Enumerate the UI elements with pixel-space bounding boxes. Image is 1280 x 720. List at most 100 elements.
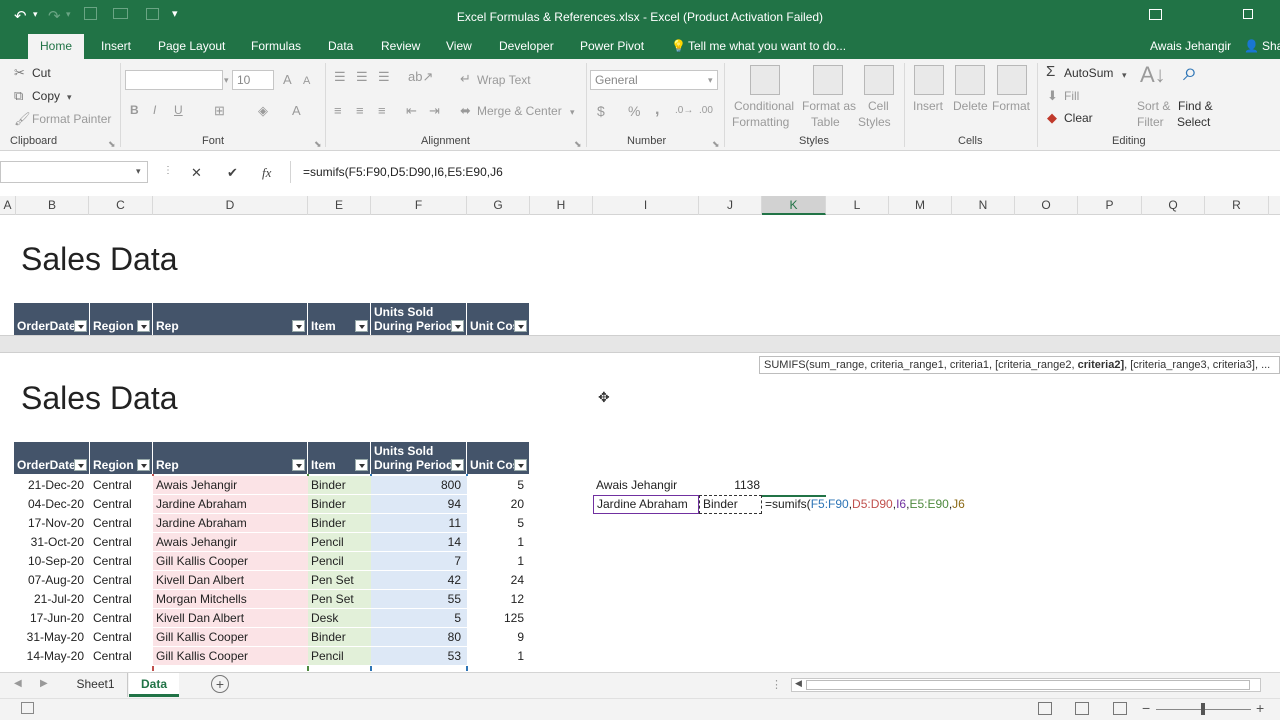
formula-input[interactable]: =sumifs(F5:F90,D5:D90,I6,E5:E90,J6 (290, 161, 1280, 183)
scroll-sheets-right-icon[interactable]: ▶ (40, 678, 48, 689)
format-as-table-label-2[interactable]: Table (811, 115, 840, 129)
font-launcher-icon[interactable]: ⬊ (314, 136, 322, 152)
orientation-icon[interactable]: ab↗ (408, 69, 433, 85)
fill-color-icon[interactable]: ◈ (258, 103, 268, 119)
column-header-a[interactable]: A (0, 196, 16, 215)
cancel-icon[interactable]: ✕ (191, 165, 202, 181)
cell-unitcost[interactable]: 125 (467, 609, 530, 628)
filter-dropdown-icon[interactable] (355, 459, 368, 471)
cell-region[interactable]: Central (90, 571, 153, 590)
fill-button[interactable]: Fill (1064, 89, 1079, 103)
conditional-formatting-icon[interactable] (750, 65, 780, 95)
merge-dropdown-icon[interactable]: ▾ (570, 104, 575, 120)
sort-filter-label-2[interactable]: Filter (1137, 115, 1164, 129)
column-header-i[interactable]: I (593, 196, 699, 215)
page-break-view-icon[interactable] (1113, 702, 1127, 715)
horizontal-scroll-thumb[interactable] (806, 680, 1250, 690)
cell-rep[interactable]: Gill Kallis Cooper (153, 628, 308, 647)
restore-icon[interactable] (1243, 9, 1253, 19)
filter-dropdown-icon[interactable] (137, 320, 150, 332)
cell-rep[interactable]: Awais Jehangir (153, 533, 308, 552)
cell-unitcost[interactable]: 5 (467, 476, 530, 495)
cell-orderdate[interactable]: 07-Aug-20 (14, 571, 90, 590)
decrease-indent-icon[interactable]: ⇤ (406, 103, 417, 119)
cell-units[interactable]: 5 (371, 609, 467, 628)
align-center-icon[interactable]: ≡ (356, 103, 364, 119)
cell-orderdate[interactable]: 31-May-20 (14, 628, 90, 647)
column-header-p[interactable]: P (1078, 196, 1142, 215)
cell-unitcost[interactable]: 1 (467, 552, 530, 571)
lookup-name-2[interactable]: Jardine Abraham (593, 495, 699, 514)
zoom-out-icon[interactable]: − (1142, 700, 1150, 716)
align-bottom-icon[interactable]: ☰ (378, 69, 390, 85)
cell-orderdate[interactable]: 21-Jul-20 (14, 590, 90, 609)
cell-region[interactable]: Central (90, 590, 153, 609)
column-header-h[interactable]: H (530, 196, 593, 215)
cell-region[interactable]: Central (90, 628, 153, 647)
cell-item[interactable]: Pen Set (308, 590, 371, 609)
cell-item[interactable]: Binder (308, 514, 371, 533)
filter-dropdown-icon[interactable] (292, 320, 305, 332)
comma-button[interactable]: , (655, 101, 659, 119)
cell-styles-icon[interactable] (864, 65, 894, 95)
column-header-e[interactable]: E (308, 196, 371, 215)
tab-insert[interactable]: Insert (101, 34, 131, 59)
percent-button[interactable]: % (628, 103, 640, 119)
font-size-dropdown[interactable]: 10 (232, 70, 274, 90)
cell-unitcost[interactable]: 20 (467, 495, 530, 514)
share-icon[interactable]: 👤 (1244, 34, 1259, 59)
cell-orderdate[interactable]: 14-May-20 (14, 647, 90, 666)
format-as-table-icon[interactable] (813, 65, 843, 95)
autosum-dropdown-icon[interactable]: ▾ (1122, 67, 1127, 83)
cell-rep[interactable]: Awais Jehangir (153, 476, 308, 495)
column-header-m[interactable]: M (889, 196, 952, 215)
font-color-icon[interactable]: A (292, 103, 301, 119)
header-units-upper[interactable]: Units Sold During Period (371, 303, 467, 335)
cell-item[interactable]: Binder (308, 476, 371, 495)
cell-units[interactable]: 80 (371, 628, 467, 647)
cell-orderdate[interactable]: 31-Oct-20 (14, 533, 90, 552)
filter-dropdown-icon[interactable] (74, 459, 87, 471)
normal-view-icon[interactable] (1038, 702, 1052, 715)
cell-units[interactable]: 11 (371, 514, 467, 533)
formula-bar-resize-icon[interactable]: ⋮ (163, 165, 173, 176)
number-launcher-icon[interactable]: ⬊ (712, 136, 720, 152)
autosum-icon[interactable]: Σ (1046, 64, 1055, 80)
cell-unitcost[interactable]: 12 (467, 590, 530, 609)
copy-button[interactable]: Copy (32, 89, 60, 103)
wrap-text-button[interactable]: Wrap Text (477, 73, 531, 87)
sort-filter-label-1[interactable]: Sort & (1137, 99, 1170, 113)
cell-units[interactable]: 7 (371, 552, 467, 571)
cell-region[interactable]: Central (90, 533, 153, 552)
tab-view[interactable]: View (446, 34, 472, 59)
decrease-font-icon[interactable]: A (303, 73, 310, 89)
cell-rep[interactable]: Kivell Dan Albert (153, 571, 308, 590)
autosum-button[interactable]: AutoSum (1064, 66, 1113, 80)
tab-developer[interactable]: Developer (499, 34, 554, 59)
cell-unitcost[interactable]: 1 (467, 533, 530, 552)
copy-dropdown-icon[interactable]: ▾ (67, 89, 72, 105)
lookup-name-1[interactable]: Awais Jehangir (593, 476, 699, 495)
find-select-label-2[interactable]: Select (1177, 115, 1210, 129)
merge-center-button[interactable]: Merge & Center (477, 104, 562, 118)
cell-region[interactable]: Central (90, 495, 153, 514)
tab-data[interactable]: Data (328, 34, 353, 59)
header-orderdate[interactable]: OrderDate (14, 442, 90, 474)
tab-formulas[interactable]: Formulas (251, 34, 301, 59)
tab-split-handle-icon[interactable]: ⋮ (771, 678, 782, 691)
filter-dropdown-icon[interactable] (137, 459, 150, 471)
cell-styles-label-1[interactable]: Cell (868, 99, 889, 113)
font-name-chevron-icon[interactable]: ▾ (224, 72, 229, 88)
cell-rep[interactable]: Gill Kallis Cooper (153, 647, 308, 666)
macro-record-icon[interactable] (21, 702, 34, 714)
clipboard-launcher-icon[interactable]: ⬊ (108, 136, 116, 152)
cell-unitcost[interactable]: 24 (467, 571, 530, 590)
cell-item[interactable]: Pencil (308, 533, 371, 552)
insert-cells-button[interactable]: Insert (913, 99, 943, 113)
tab-review[interactable]: Review (381, 34, 420, 59)
header-region-upper[interactable]: Region (90, 303, 153, 335)
cell-units[interactable]: 800 (371, 476, 467, 495)
column-header-q[interactable]: Q (1142, 196, 1205, 215)
cell-unitcost[interactable]: 1 (467, 647, 530, 666)
cell-rep[interactable]: Kivell Dan Albert (153, 609, 308, 628)
